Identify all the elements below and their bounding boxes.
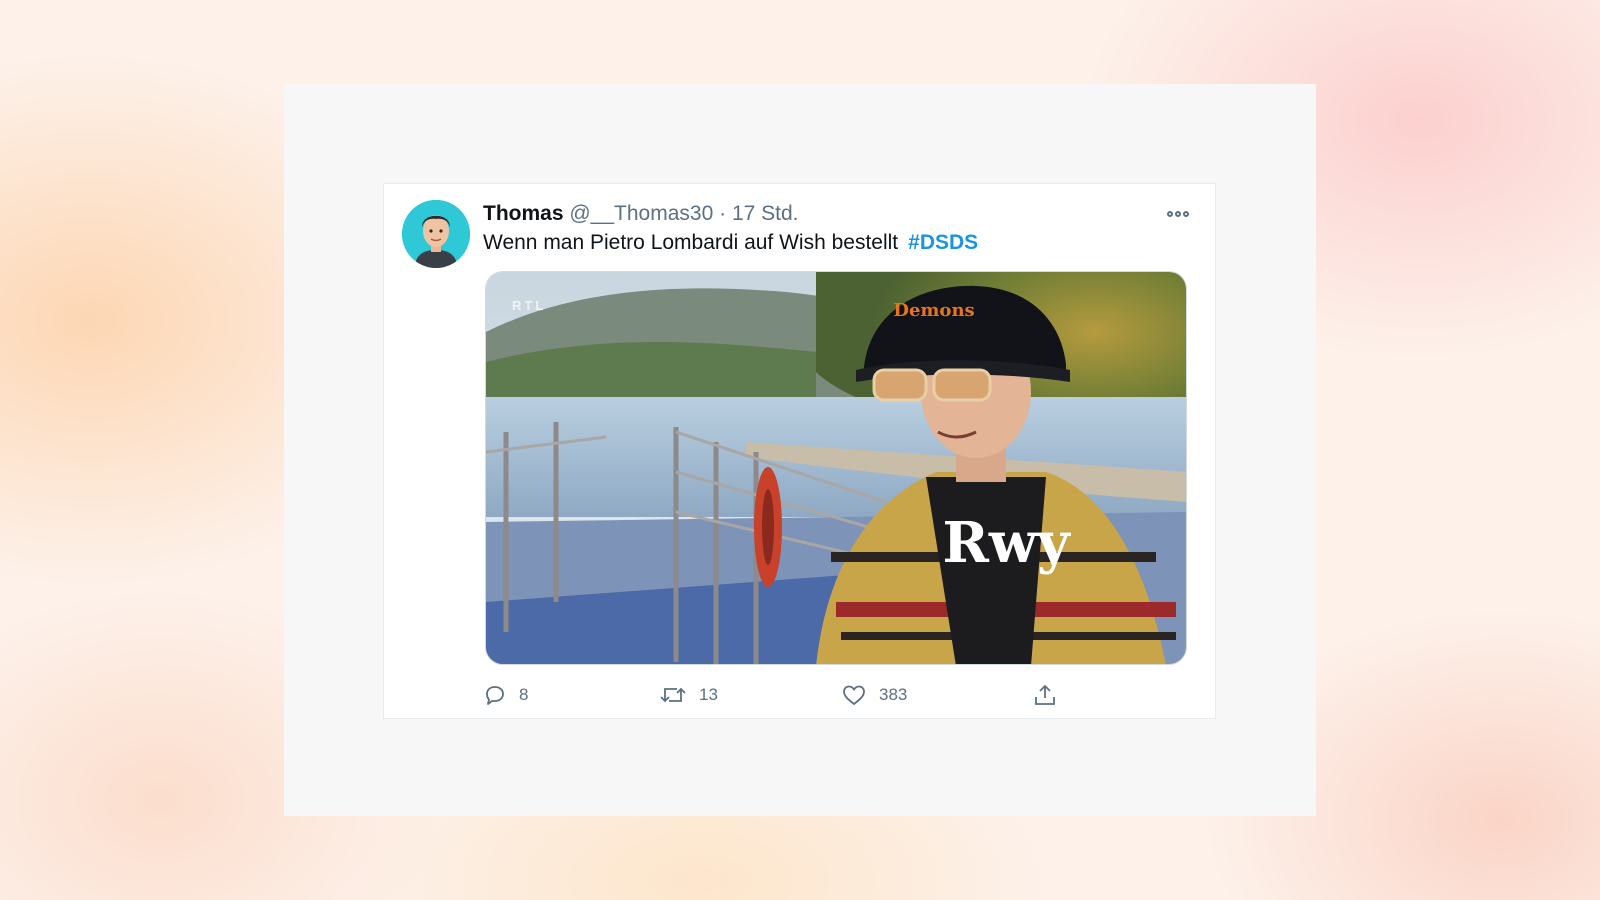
reply-count: 8 — [519, 685, 529, 704]
like-button[interactable]: 383 — [841, 680, 907, 710]
cap-logo: Demons — [893, 300, 974, 321]
shirt-print: Rwy — [942, 510, 1071, 576]
share-button[interactable] — [1033, 680, 1057, 710]
share-icon — [1035, 684, 1055, 705]
display-name[interactable]: Thomas — [483, 202, 564, 225]
tweet-body: Wenn man Pietro Lombardi auf Wish bestel… — [483, 231, 899, 254]
tweet-time[interactable]: 17 Std. — [732, 202, 799, 225]
tweet-header: Thomas @__Thomas30 · 17 Std. — [483, 201, 799, 227]
user-handle[interactable]: @__Thomas30 — [569, 202, 713, 225]
retweet-button[interactable]: 13 — [659, 680, 718, 710]
reply-icon — [486, 686, 504, 705]
like-count: 383 — [879, 685, 908, 704]
retweet-icon — [660, 687, 686, 703]
tweet-actions: 8 13 383 — [483, 680, 1093, 710]
more-options-icon[interactable] — [1167, 208, 1193, 220]
avatar[interactable] — [402, 200, 470, 268]
like-icon — [843, 685, 865, 705]
tweet-card[interactable]: Thomas @__Thomas30 · 17 Std. Wenn man Pi… — [383, 183, 1216, 719]
retweet-count: 13 — [699, 685, 718, 704]
separator: · — [719, 202, 727, 225]
reply-button[interactable]: 8 — [483, 680, 528, 710]
hashtag-link[interactable]: #DSDS — [908, 231, 978, 254]
tweet-media-image[interactable]: Demons Rwy RTL — [485, 271, 1187, 665]
tweet-text: Wenn man Pietro Lombardi auf Wish bestel… — [483, 230, 978, 256]
rtl-watermark: RTL — [512, 298, 546, 313]
